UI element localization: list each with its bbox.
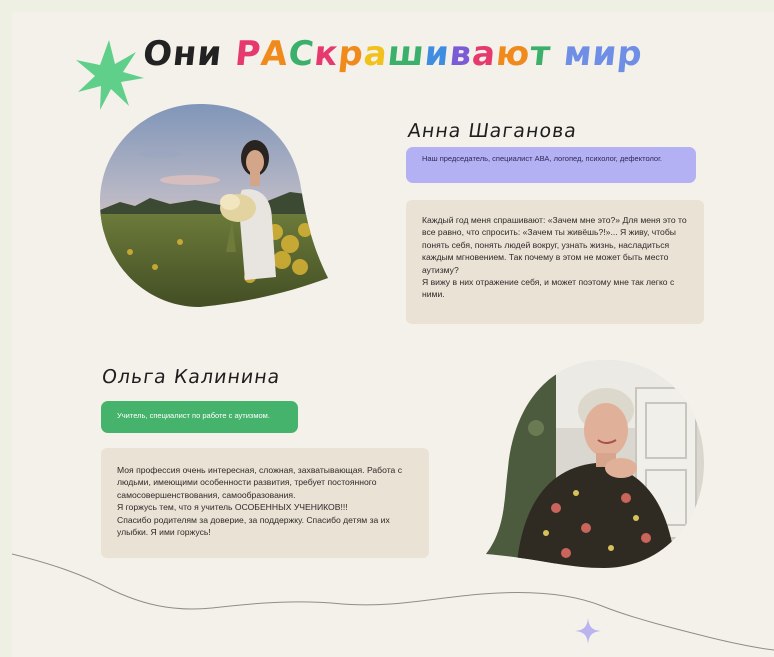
title-part-3: мир [548, 34, 645, 74]
title-colored-word: РАСкрашивают [233, 34, 553, 74]
page-title: Они РАСкрашивают мир [12, 34, 774, 74]
title-letter: ш [385, 34, 428, 74]
anna-role-badge: Наш председатель, специалист АВА, логопе… [406, 147, 696, 183]
title-letter: А [259, 34, 291, 74]
olga-role-badge: Учитель, специалист по работе с аутизмом… [101, 401, 298, 433]
page-section: Они РАСкрашивают мир Анна Шаганова Наш п… [12, 12, 774, 657]
olga-photo [486, 360, 704, 568]
olga-quote-paragraph-2: Я горжусь тем, что я учитель ОСОБЕННЫХ У… [117, 502, 348, 513]
anna-name: Анна Шаганова [406, 120, 579, 142]
anna-quote: Каждый год меня спрашивают: «Зачем мне э… [406, 200, 704, 324]
wavy-line-decoration [12, 553, 774, 651]
anna-quote-paragraph-1: Каждый год меня спрашивают: «Зачем мне э… [422, 215, 687, 275]
anna-quote-paragraph-2: Я вижу в них отражение себя, и может поэ… [422, 277, 675, 300]
title-letter: ю [494, 34, 533, 74]
olga-quote-paragraph-3: Спасибо родителям за доверие, за поддерж… [117, 514, 390, 538]
olga-quote-paragraph-1: Моя профессия очень интересная, сложная,… [117, 465, 403, 500]
olga-name: Ольга Калинина [100, 366, 282, 388]
purple-sparkle-icon [575, 618, 601, 644]
anna-photo [100, 104, 328, 307]
title-part-1: Они [141, 34, 238, 74]
